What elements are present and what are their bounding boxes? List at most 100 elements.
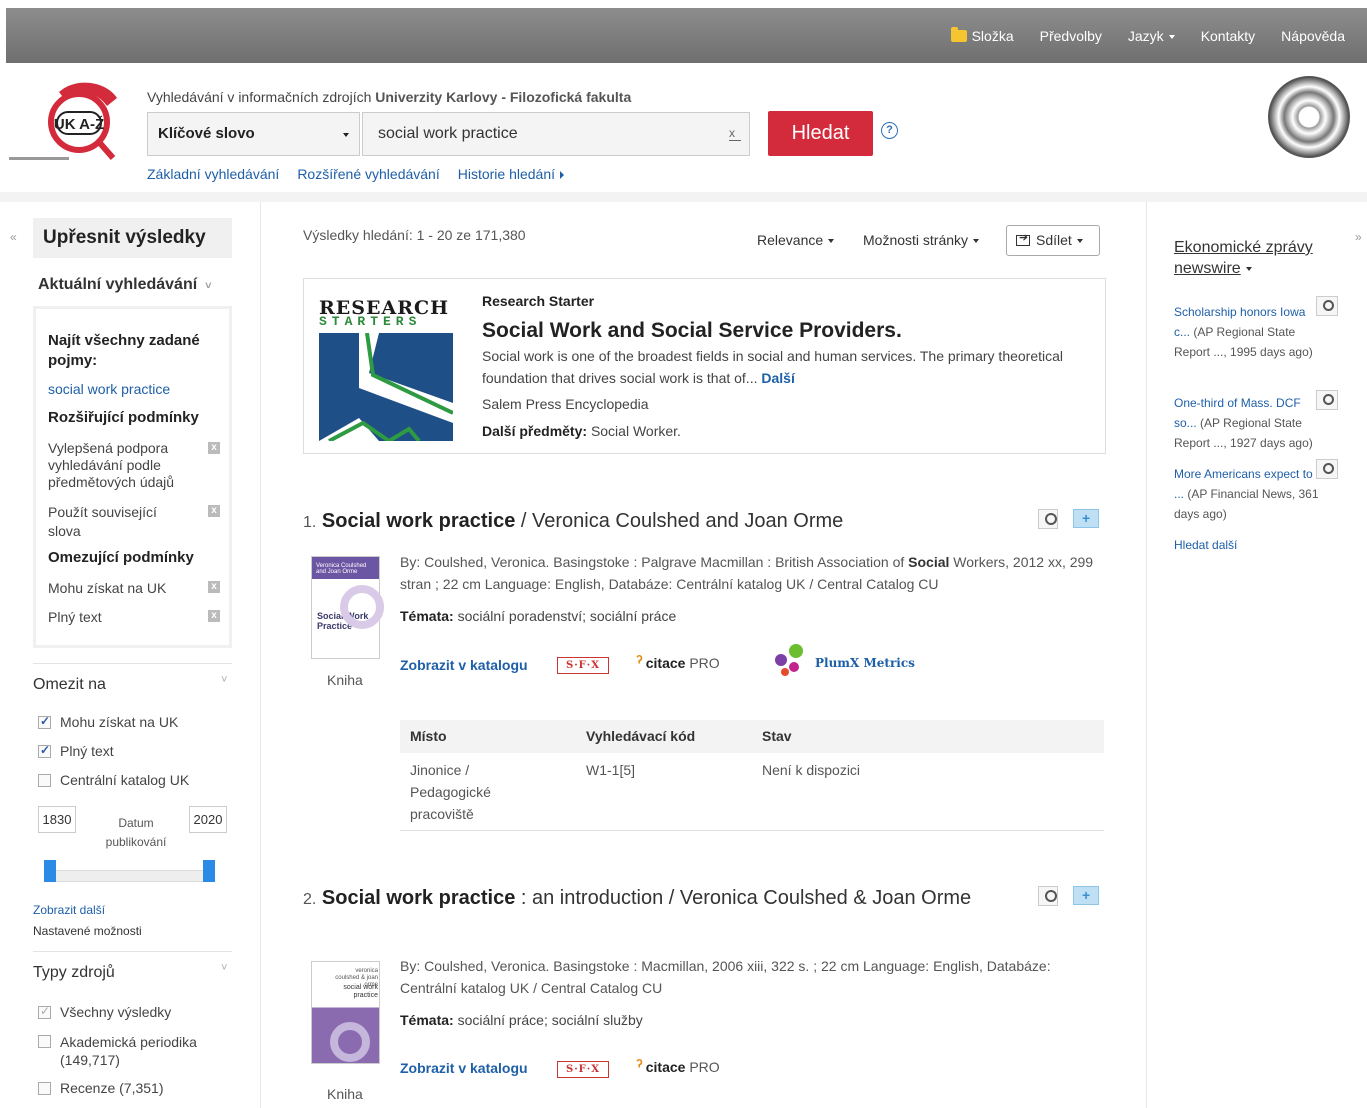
folder-icon — [950, 26, 967, 42]
date-slider-handle-min[interactable] — [44, 860, 56, 882]
research-starter-title-link[interactable]: Social Work and Social Service Providers… — [482, 319, 902, 343]
plumx-icon[interactable] — [775, 644, 809, 678]
sort-relevance-menu[interactable]: Relevance — [757, 232, 835, 248]
result-title: 1. Social work practice / Veronica Couls… — [303, 510, 844, 532]
chevron-down-icon: ˅ — [205, 280, 212, 292]
result-title-link[interactable]: Social work practice — [322, 887, 515, 909]
checkbox-central-catalog[interactable] — [38, 774, 51, 787]
add-to-folder-icon[interactable] — [1073, 886, 1099, 905]
contact-link[interactable]: Kontakty — [1201, 28, 1255, 44]
more-link[interactable]: Další — [761, 370, 794, 386]
result-type: Kniha — [327, 672, 363, 688]
newswire-title[interactable]: Ekonomické zprávy newswire — [1174, 237, 1334, 279]
collapse-left-icon[interactable]: « — [10, 230, 17, 244]
news-item: Scholarship honors Iowa c... (AP Regiona… — [1174, 305, 1313, 359]
preview-icon[interactable] — [1316, 296, 1338, 316]
share-icon — [1016, 231, 1030, 246]
checkbox-available-label[interactable]: Mohu získat na UK — [60, 714, 178, 730]
preferences-link[interactable]: Předvolby — [1040, 28, 1102, 44]
search-input[interactable]: social work practice x — [362, 112, 750, 156]
share-button[interactable]: Sdílet — [1006, 225, 1100, 256]
checkbox-central-catalog-label[interactable]: Centrální katalog UK — [60, 772, 189, 788]
year-from-input[interactable]: 1830 — [38, 806, 76, 833]
preview-icon[interactable] — [1316, 390, 1338, 410]
search-button[interactable]: Hledat — [768, 111, 873, 156]
table-row: Jinonice / Pedagogické pracoviště W1-1[5… — [400, 753, 1104, 831]
date-slider-handle-max[interactable] — [203, 860, 215, 882]
checkbox-all-results-label[interactable]: Všechny výsledky — [60, 1004, 171, 1020]
checkbox-available[interactable] — [38, 714, 51, 729]
view-in-catalog-link[interactable]: Zobrazit v katalogu — [400, 657, 528, 673]
result-title-link[interactable]: Social work practice — [322, 510, 515, 532]
holdings-header: Místo Vyhledávací kód Stav — [400, 720, 1104, 753]
remove-icon[interactable]: x — [208, 442, 220, 454]
source-types-title[interactable]: Typy zdrojů — [33, 964, 115, 982]
clear-icon[interactable]: x — [729, 127, 741, 141]
result-title: 2. Social work practice : an introductio… — [303, 887, 972, 909]
preview-icon[interactable] — [1038, 509, 1058, 529]
chevron-down-icon — [828, 239, 835, 243]
advanced-search-link[interactable]: Rozšířené vyhledávání — [297, 166, 439, 182]
plumx-metrics-link[interactable]: PlumX Metrics — [815, 656, 915, 670]
sfx-link[interactable]: S·F·X — [557, 1061, 609, 1078]
remove-icon[interactable]: x — [208, 505, 220, 517]
view-in-catalog-link[interactable]: Zobrazit v katalogu — [400, 1060, 528, 1076]
top-navigation-bar: Složka Předvolby Jazyk Kontakty Nápověda — [6, 8, 1367, 63]
settings-link[interactable]: Nastavené možnosti — [33, 924, 142, 938]
research-starter-subjects: Další předměty: Social Worker. — [482, 423, 681, 439]
checkbox-academic-journals[interactable] — [38, 1035, 51, 1048]
help-icon[interactable]: ? — [881, 122, 898, 139]
expander-subject: Vylepšená podpora vyhledávání podle před… — [48, 440, 175, 490]
top-nav-links: Složka Předvolby Jazyk Kontakty Nápověda — [950, 8, 1367, 63]
search-more-news-link[interactable]: Hledat další — [1174, 538, 1237, 552]
remove-icon[interactable]: x — [208, 581, 220, 593]
page-options-menu[interactable]: Možnosti stránky — [863, 232, 980, 248]
checkbox-fulltext-label[interactable]: Plný text — [60, 743, 114, 759]
checkbox-reviews-label[interactable]: Recenze (7,351) — [60, 1080, 164, 1096]
citace-pro-link[interactable]: ˀ citace PRO — [636, 652, 720, 673]
year-to-input[interactable]: 2020 — [189, 806, 227, 833]
search-history-link[interactable]: Historie hledání — [458, 166, 565, 182]
language-menu[interactable]: Jazyk — [1128, 28, 1175, 44]
checkbox-academic-journals-label[interactable]: Akademická periodika (149,717) — [60, 1033, 220, 1069]
preview-icon[interactable] — [1038, 886, 1058, 906]
remove-icon[interactable]: x — [208, 610, 220, 622]
checkbox-all-results[interactable] — [38, 1004, 51, 1019]
folder-link[interactable]: Složka — [950, 26, 1014, 44]
triangle-right-icon — [560, 171, 565, 179]
holding-call-number: W1-1[5] — [586, 762, 636, 778]
book-cover[interactable]: veronica coulshed & joan orme social wor… — [311, 961, 380, 1064]
refine-results-title: Upřesnit výsledky — [33, 218, 232, 258]
checkbox-reviews[interactable] — [38, 1082, 51, 1095]
basic-search-link[interactable]: Základní vyhledávání — [147, 166, 279, 182]
current-search-title[interactable]: Aktuální vyhledávání ˅ — [38, 276, 212, 294]
show-more-link[interactable]: Zobrazit další — [33, 903, 105, 917]
citace-icon: ˀ — [636, 1056, 643, 1076]
limit-to-title[interactable]: Omezit na — [33, 676, 106, 694]
date-label: Datum publikování — [105, 816, 167, 849]
citace-pro-link[interactable]: ˀ citace PRO — [636, 1056, 720, 1077]
right-divider — [1146, 202, 1147, 1108]
book-cover[interactable]: Veronica Coulshed and Joan Orme Social W… — [311, 556, 384, 659]
collapse-right-icon[interactable]: » — [1355, 230, 1362, 244]
news-item: One-third of Mass. DCF so... (AP Regiona… — [1174, 396, 1313, 450]
university-seal — [1268, 76, 1350, 158]
col-location: Místo — [410, 728, 447, 744]
query-term-link[interactable]: social work practice — [48, 381, 170, 397]
current-search-box: Najít všechny zadané pojmy: social work … — [33, 306, 232, 648]
date-slider-track[interactable] — [46, 870, 210, 882]
search-field-select[interactable]: Klíčové slovo — [147, 112, 360, 156]
search-mode-links: Základní vyhledávání Rozšířené vyhledává… — [147, 166, 565, 182]
preview-icon[interactable] — [1316, 459, 1338, 479]
chevron-down-icon[interactable]: ˅ — [221, 962, 227, 974]
uk-az-logo[interactable]: UK A-Ž — [7, 78, 119, 164]
sfx-link[interactable]: S·F·X — [557, 657, 609, 674]
checkbox-fulltext[interactable] — [38, 743, 51, 758]
left-divider — [260, 202, 261, 1108]
research-starters-logo: RESEARCH STARTERS — [319, 297, 455, 443]
expander-related-words: Použít související slova — [48, 504, 157, 539]
chevron-down-icon[interactable]: ˅ — [221, 674, 227, 686]
help-link[interactable]: Nápověda — [1281, 28, 1345, 44]
result-metadata: By: Coulshed, Veronica. Basingstoke : Ma… — [400, 958, 1051, 996]
add-to-folder-icon[interactable] — [1073, 509, 1099, 528]
